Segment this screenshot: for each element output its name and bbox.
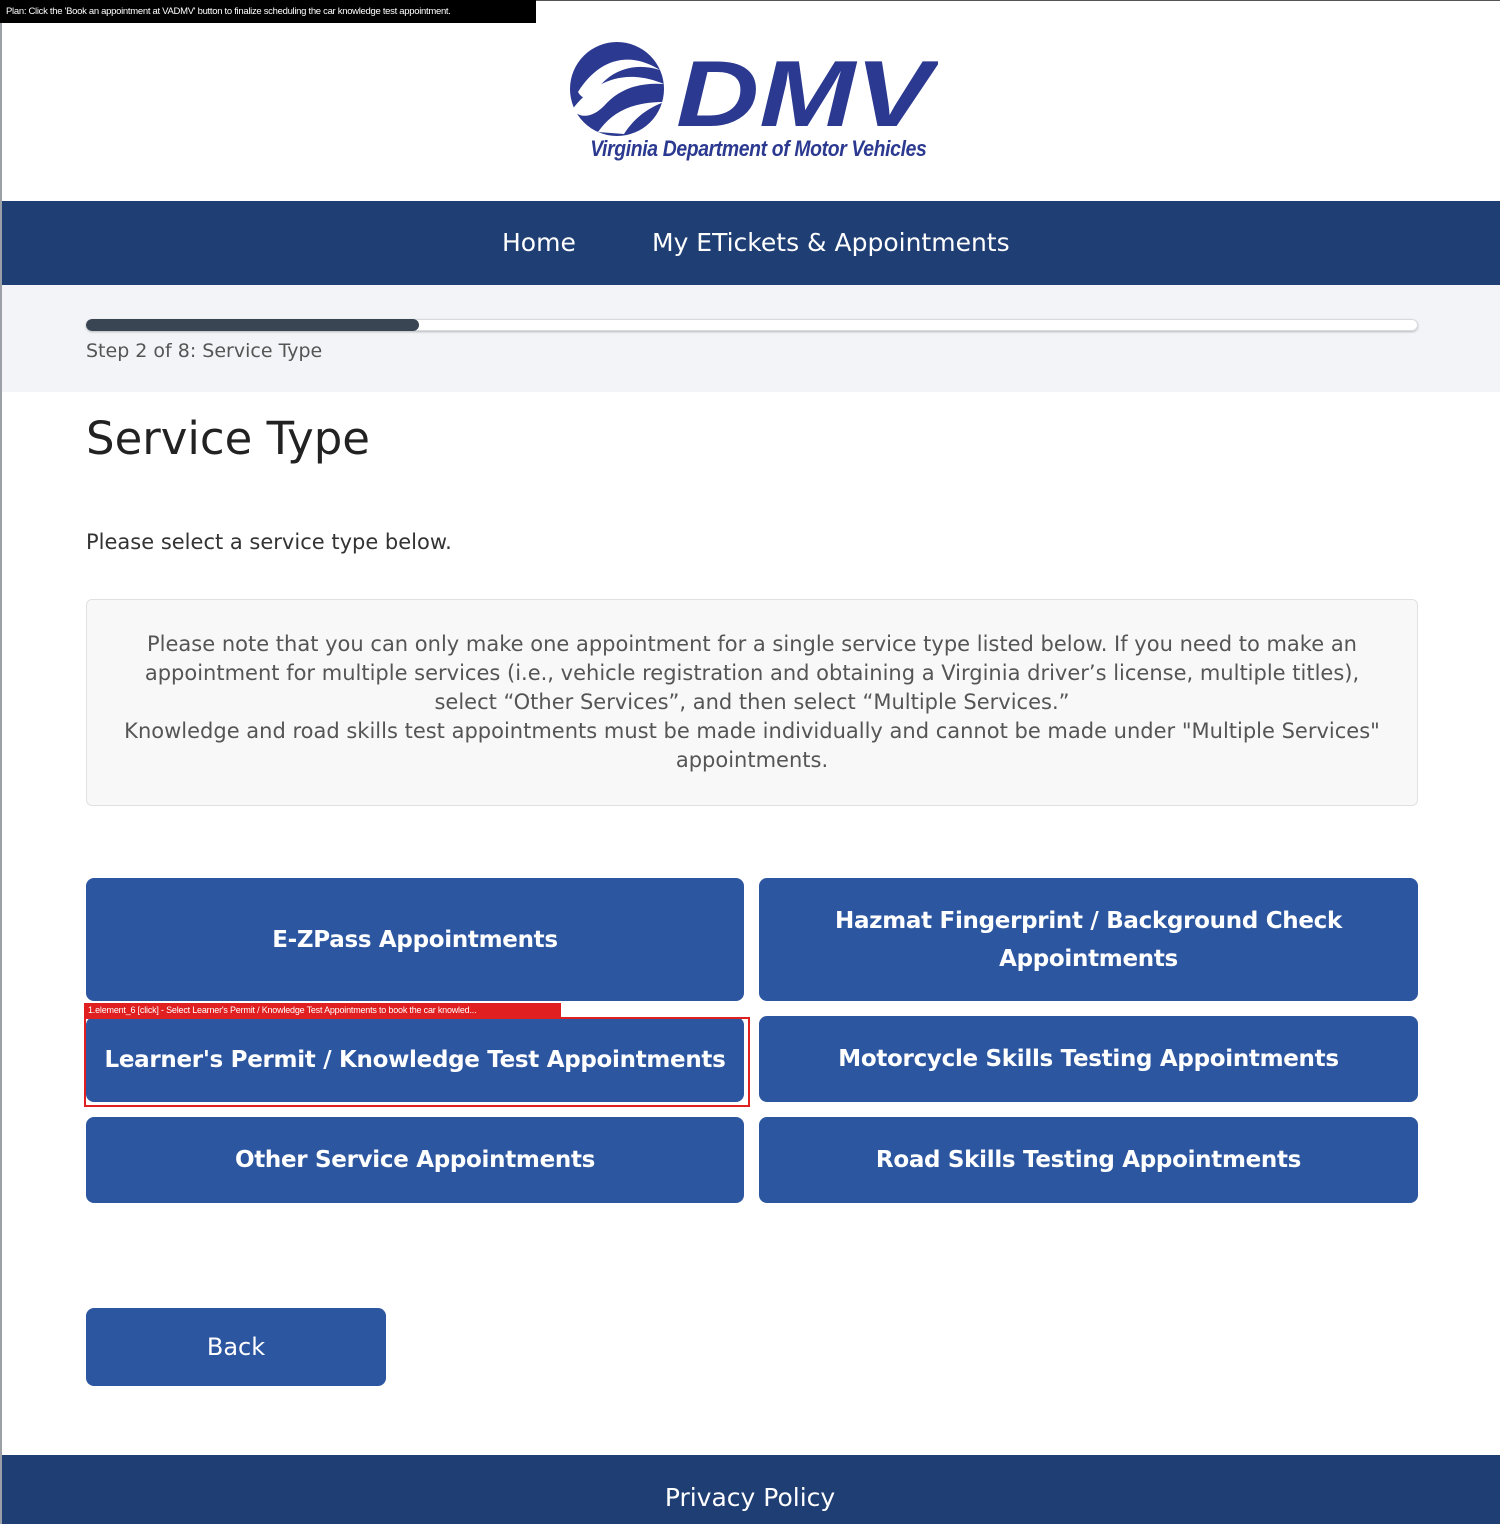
road-skills-testing-button[interactable]: Road Skills Testing Appointments [759,1117,1418,1203]
ezpass-appointments-button[interactable]: E-ZPass Appointments [86,878,744,1001]
page-title: Service Type [86,412,370,465]
other-service-appointments-button[interactable]: Other Service Appointments [86,1117,744,1203]
dmv-logo-graphic: DMV [570,41,938,140]
progress-section: Step 2 of 8: Service Type [0,285,1500,392]
nav-my-etickets-appointments[interactable]: My ETickets & Appointments [652,201,1010,285]
target-annotation-label: 1.element_6 [click] - Select Learner's P… [84,1003,561,1017]
intro-text: Please select a service type below. [86,530,452,554]
progress-bar [86,319,1418,331]
site-footer: Privacy Policy [0,1455,1500,1524]
motorcycle-skills-testing-button[interactable]: Motorcycle Skills Testing Appointments [759,1016,1418,1102]
privacy-policy-link[interactable]: Privacy Policy [0,1483,1500,1512]
nav-home[interactable]: Home [502,201,576,285]
step-label: Step 2 of 8: Service Type [86,340,323,362]
notice-text-1: Please note that you can only make one a… [144,632,1360,714]
logo-subtitle: Virginia Department of Motor Vehicles [590,136,927,161]
hazmat-appointments-button[interactable]: Hazmat Fingerprint / Background Check Ap… [759,878,1418,1001]
progress-bar-fill [86,319,419,331]
notice-box: Please note that you can only make one a… [86,599,1418,806]
dmv-logo[interactable]: DMV Virginia Department of Motor Vehicle… [568,40,938,170]
main-nav: Home My ETickets & Appointments [0,201,1500,285]
notice-text-2: Knowledge and road skills test appointme… [124,719,1380,772]
learners-permit-knowledge-test-button[interactable]: Learner's Permit / Knowledge Test Appoin… [86,1017,744,1102]
logo-dmv-text: DMV [676,41,938,140]
plan-banner: Plan: Click the 'Book an appointment at … [0,0,536,23]
window-left-border [0,0,2,1524]
site-header: DMV Virginia Department of Motor Vehicle… [0,0,1500,201]
back-button[interactable]: Back [86,1308,386,1386]
